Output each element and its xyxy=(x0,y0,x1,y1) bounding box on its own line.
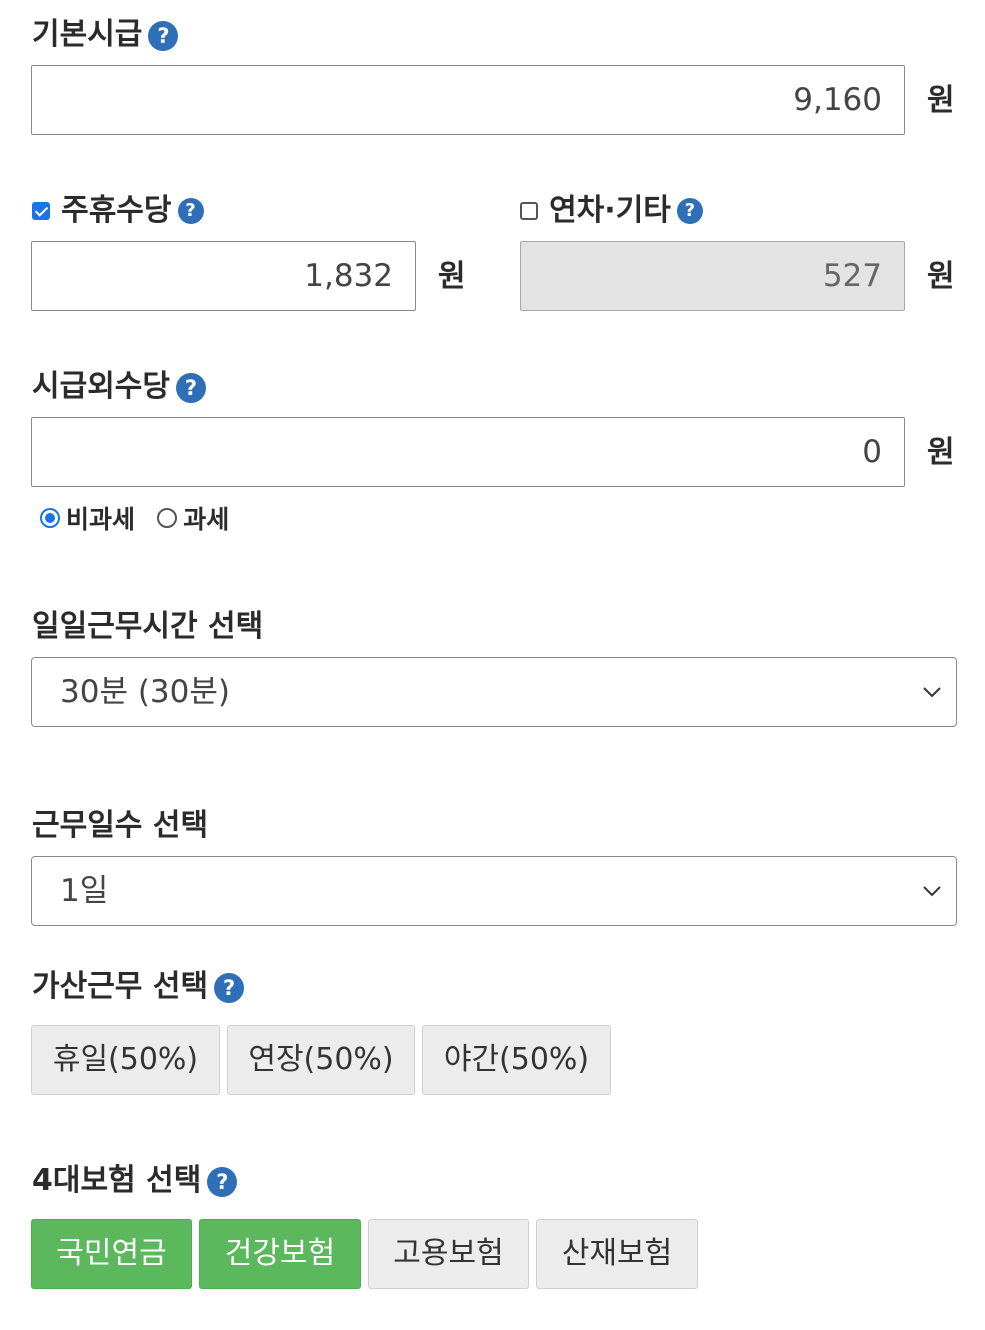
tax-option-group: 비과세 과세 xyxy=(40,500,229,536)
base-wage-input[interactable]: 9,160 xyxy=(31,65,905,135)
weekly-holiday-checkbox[interactable] xyxy=(32,202,50,220)
work-days-selected: 1일 xyxy=(60,873,109,909)
national-pension-button[interactable]: 국민연금 xyxy=(31,1219,192,1289)
employment-insurance-button[interactable]: 고용보험 xyxy=(368,1219,529,1289)
weekly-holiday-label: 주휴수당 xyxy=(61,193,172,228)
extra-allowance-label-row: 시급외수당? xyxy=(32,372,206,403)
extra-allowance-label: 시급외수당 xyxy=(32,369,170,404)
extra-allowance-unit: 원 xyxy=(927,435,955,470)
annual-other-checkbox[interactable] xyxy=(520,202,538,220)
taxable-radio[interactable] xyxy=(157,508,178,528)
daily-hours-select[interactable]: 30분 (30분) xyxy=(31,657,957,727)
help-icon[interactable]: ? xyxy=(207,1166,238,1197)
industrial-accident-insurance-button[interactable]: 산재보험 xyxy=(536,1219,698,1289)
help-icon[interactable]: ? xyxy=(214,972,245,1003)
base-wage-unit: 원 xyxy=(927,83,955,118)
work-days-label: 근무일수 선택 xyxy=(32,808,209,843)
help-icon[interactable]: ? xyxy=(176,372,206,403)
daily-hours-selected: 30분 (30분) xyxy=(60,674,230,710)
tax-free-label[interactable]: 비과세 xyxy=(66,505,135,534)
weekly-holiday-input[interactable]: 1,832 xyxy=(31,241,416,311)
tax-free-radio[interactable] xyxy=(40,508,60,528)
base-wage-label: 기본시급 xyxy=(32,17,143,52)
overtime-label: 가산근무 선택 xyxy=(32,969,209,1004)
daily-hours-label: 일일근무시간 선택 xyxy=(32,609,264,644)
extra-allowance-input[interactable]: 0 xyxy=(31,417,905,487)
insurance-label: 4대보험 선택 xyxy=(32,1163,202,1198)
weekly-holiday-unit: 원 xyxy=(438,259,466,294)
annual-other-input: 527 xyxy=(520,241,905,311)
annual-other-unit: 원 xyxy=(927,259,955,294)
insurance-label-row: 4대보험 선택? xyxy=(32,1163,238,1198)
work-days-select[interactable]: 1일 xyxy=(31,856,957,926)
chevron-down-icon xyxy=(923,886,941,897)
overtime-label-row: 가산근무 선택? xyxy=(32,969,245,1004)
annual-other-label-row: 연차·기타? xyxy=(520,196,703,226)
help-icon[interactable]: ? xyxy=(177,198,204,224)
help-icon[interactable]: ? xyxy=(676,198,703,224)
taxable-label[interactable]: 과세 xyxy=(183,505,229,534)
overtime-extended-button[interactable]: 연장(50%) xyxy=(227,1025,415,1095)
annual-other-label: 연차·기타 xyxy=(549,193,671,228)
overtime-night-button[interactable]: 야간(50%) xyxy=(422,1025,611,1095)
base-wage-label-row: 기본시급? xyxy=(32,17,179,52)
chevron-down-icon xyxy=(923,687,941,698)
help-icon[interactable]: ? xyxy=(148,20,179,51)
weekly-holiday-label-row: 주휴수당? xyxy=(32,196,204,226)
overtime-holiday-button[interactable]: 휴일(50%) xyxy=(31,1025,220,1095)
health-insurance-button[interactable]: 건강보험 xyxy=(199,1219,361,1289)
